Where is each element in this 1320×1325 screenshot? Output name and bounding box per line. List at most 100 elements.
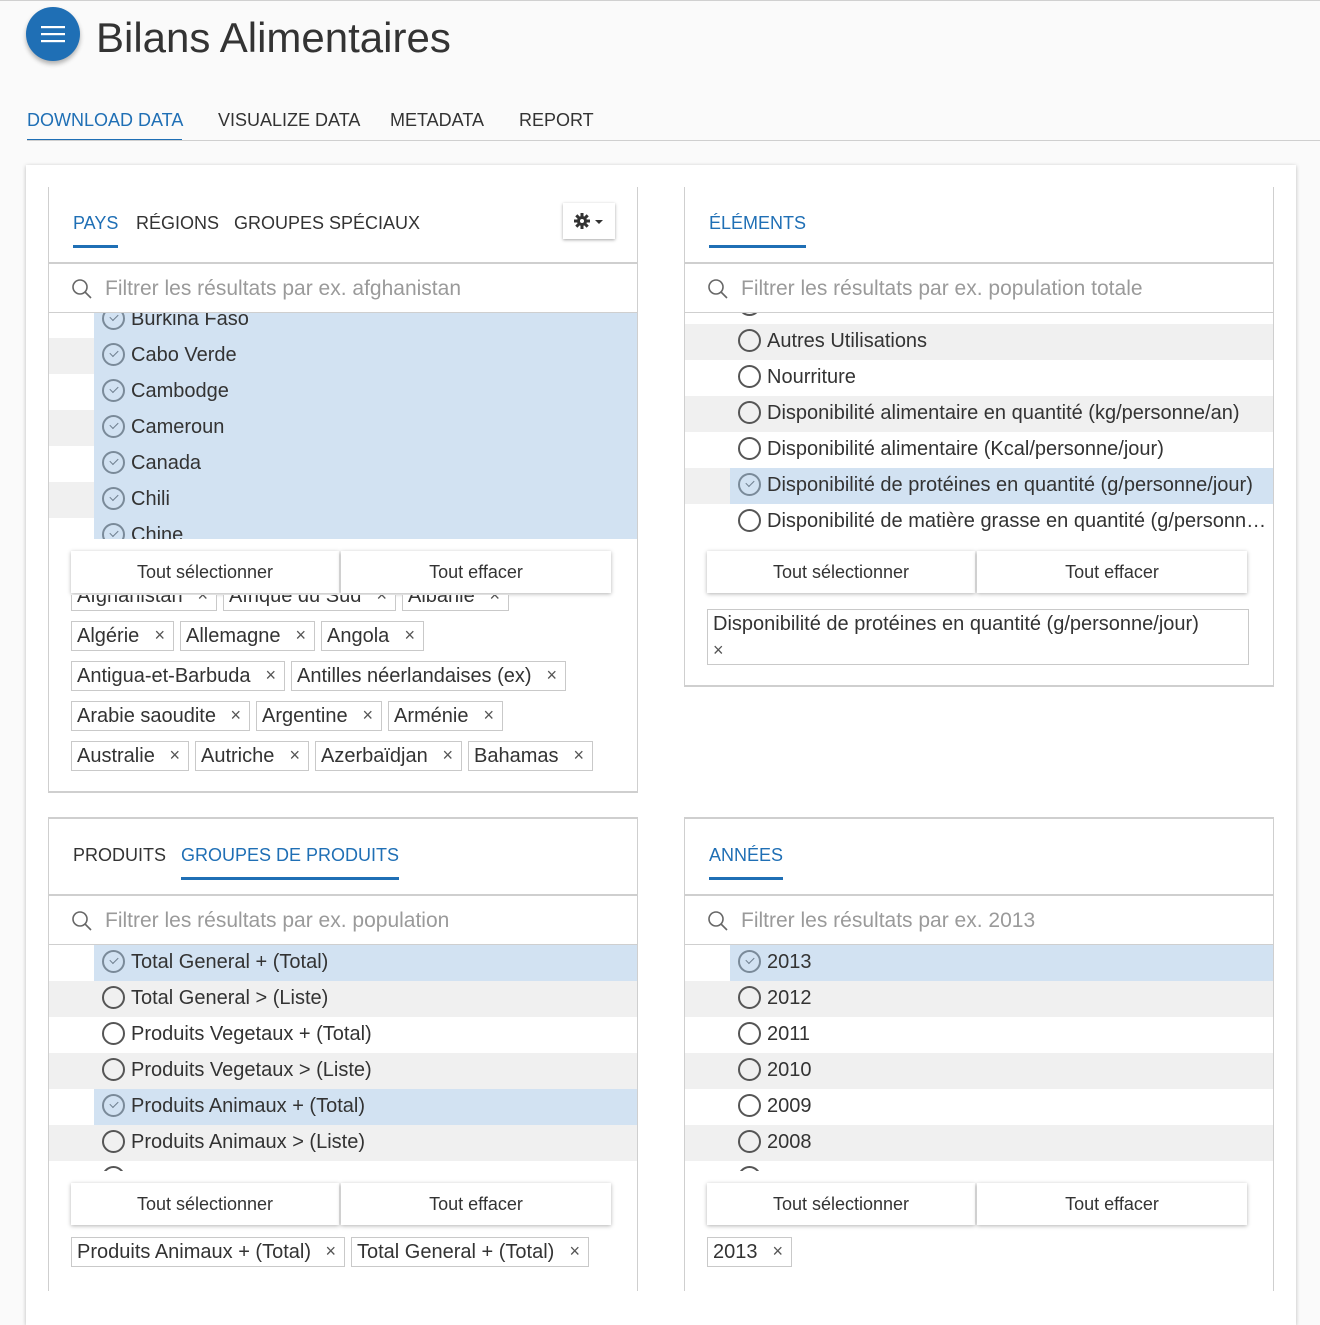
countries-search-input[interactable] [103,272,607,306]
products-clear-all-button[interactable]: Tout effacer [341,1183,611,1225]
list-item[interactable]: Produits Animaux > (Liste) [49,1125,637,1161]
chip-remove-button[interactable]: × [265,661,276,689]
elements-clear-all-button[interactable]: Tout effacer [977,551,1247,593]
selected-chip: Arabie saoudite × [71,701,250,731]
chip-remove-button[interactable]: × [230,701,241,729]
list-item[interactable]: Produits Animaux + (Total) [49,1089,637,1125]
chip-remove-button[interactable]: × [376,595,387,609]
chip-remove-button[interactable]: × [154,621,165,649]
elements-list[interactable]: Autres Utilisations Nourriture Disponibili… [685,313,1273,539]
tab-report[interactable]: REPORT [519,106,594,134]
tab-visualize-data[interactable]: VISUALIZE DATA [218,106,360,134]
search-icon [708,911,728,931]
list-item[interactable]: Disponibilité de matière grasse en quant… [685,504,1273,539]
chip-remove-button[interactable]: × [295,621,306,649]
list-item[interactable] [685,313,1273,324]
list-item[interactable]: Nourriture [685,360,1273,396]
years-search-input[interactable] [739,904,1243,938]
chip-remove-button[interactable]: × [483,701,494,729]
tab-groupes-speciaux[interactable]: GROUPES SPÉCIAUX [234,211,420,235]
countries-panel: PAYS RÉGIONS GROUPES SPÉCIAUX Filtrer le… [48,187,638,793]
elements-selected-chip: Disponibilité de protéines en quantité (… [707,609,1249,665]
chip-label: Total General + (Total) [357,1241,555,1263]
list-item[interactable]: Produits Vegetaux > (Liste) [49,1053,637,1089]
chip-remove-button[interactable]: × [289,741,300,769]
list-item[interactable]: Canada [49,446,637,482]
years-select-all-button[interactable]: Tout sélectionner [707,1183,975,1225]
list-item[interactable]: 2012 [685,981,1273,1017]
radio-icon [738,437,761,460]
tab-elements[interactable]: ÉLÉMENTS [709,211,807,248]
chip-remove-button[interactable]: × [404,621,415,649]
list-item[interactable]: Cabo Verde [49,338,637,374]
products-list[interactable]: Total General + (Total) Total General > (… [49,945,637,1171]
chip-remove-button[interactable]: × [546,661,557,689]
countries-selected-chips: Afghanistan × Afrique du Sud × Albanie × Algér… [71,595,615,775]
checked-radio-icon [102,313,125,330]
products-select-all-button[interactable]: Tout sélectionner [71,1183,339,1225]
chip-remove-button[interactable]: × [573,741,584,769]
chip-remove-button[interactable]: × [169,741,180,769]
list-item[interactable] [685,1161,1273,1171]
list-item[interactable]: Cameroun [49,410,637,446]
radio-icon [102,1022,125,1045]
checked-radio-icon [102,523,125,539]
list-item[interactable]: Total General + (Total) [49,945,637,981]
years-list[interactable]: 2013 2012 2011 2010 2009 2008 [685,945,1273,1171]
list-item[interactable]: Cambodge [49,374,637,410]
chip-remove-button[interactable]: × [772,1237,783,1265]
radio-icon [738,401,761,424]
list-item[interactable]: 2008 [685,1125,1273,1161]
years-clear-all-button[interactable]: Tout effacer [977,1183,1247,1225]
list-item[interactable]: Total General > (Liste) [49,981,637,1017]
countries-select-all-button[interactable]: Tout sélectionner [71,551,339,593]
selected-chip: Produits Animaux + (Total) × [71,1237,345,1267]
list-item[interactable]: Produits Vegetaux + (Total) [49,1017,637,1053]
check-icon [745,954,755,965]
tab-groupes-de-produits[interactable]: GROUPES DE PRODUITS [181,843,400,880]
chip-remove-button[interactable]: × [325,1237,336,1265]
chip-label: Azerbaïdjan [321,745,428,767]
checked-radio-icon [102,379,125,402]
list-item[interactable]: Burkina Faso [49,313,637,338]
list-item[interactable]: 2013 [685,945,1273,981]
list-item[interactable]: 2009 [685,1089,1273,1125]
chip-remove-button[interactable]: × [713,640,724,660]
list-item[interactable]: Disponibilité alimentaire (Kcal/personne… [685,432,1273,468]
chip-remove-button[interactable]: × [489,595,500,609]
list-item[interactable]: Disponibilité de protéines en quantité (… [685,468,1273,504]
tab-produits[interactable]: PRODUITS [73,843,166,867]
checked-radio-icon [102,415,125,438]
tab-pays[interactable]: PAYS [73,211,119,248]
tab-regions[interactable]: RÉGIONS [136,211,219,235]
settings-button[interactable] [563,203,615,239]
list-item[interactable]: Autres Utilisations [685,324,1273,360]
countries-clear-all-button[interactable]: Tout effacer [341,551,611,593]
list-item[interactable]: 2010 [685,1053,1273,1089]
checked-radio-icon [738,473,761,496]
list-item-label: Burkina Faso [131,313,249,330]
chip-remove-button[interactable]: × [197,595,208,609]
products-tabs: PRODUITS GROUPES DE PRODUITS [49,819,637,896]
list-item[interactable]: 2011 [685,1017,1273,1053]
tab-annees[interactable]: ANNÉES [709,843,784,880]
list-item[interactable]: Disponibilité alimentaire en quantité (k… [685,396,1273,432]
elements-search-input[interactable] [739,272,1243,306]
elements-panel: ÉLÉMENTS Autres Utilisations Nourriture Di… [684,187,1274,687]
chip-remove-button[interactable]: × [442,741,453,769]
elements-search-row [685,264,1273,313]
list-item[interactable]: Chine [49,518,637,539]
chip-remove-button[interactable]: × [569,1237,580,1265]
list-item-label: Disponibilité de matière grasse en quant… [767,510,1269,532]
list-item-label: Total General + (Total) [131,951,329,973]
menu-button[interactable] [26,7,80,61]
elements-select-all-button[interactable]: Tout sélectionner [707,551,975,593]
tab-download-data[interactable]: DOWNLOAD DATA [27,106,183,134]
chip-remove-button[interactable]: × [362,701,373,729]
list-item[interactable]: Chili [49,482,637,518]
countries-list[interactable]: Burkina Faso Cabo Verde Cambodge Cameroun Ca… [49,313,637,539]
list-item[interactable] [49,1161,637,1171]
products-search-input[interactable] [103,904,607,938]
tab-metadata[interactable]: METADATA [390,106,484,134]
countries-search-row [49,264,637,313]
